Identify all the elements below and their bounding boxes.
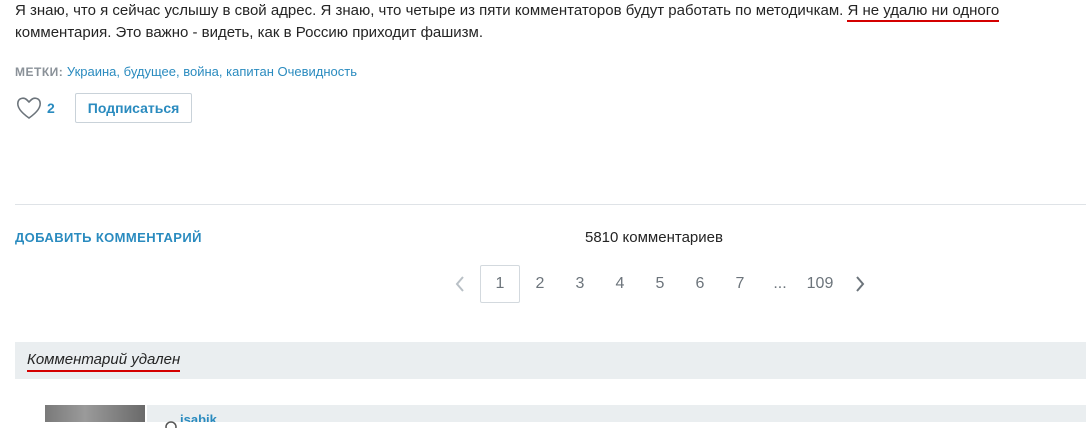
prev-page-icon[interactable]	[440, 265, 480, 303]
tags-label: МЕТКИ:	[15, 65, 64, 79]
highlighted-phrase: Я не удалю ни одного	[847, 2, 1000, 22]
comment-item: isabik	[15, 405, 1086, 433]
article-text: Я знаю, что я сейчас услышу в свой адрес…	[15, 0, 1077, 44]
heart-icon[interactable]	[15, 94, 43, 122]
tag-link[interactable]: будущее	[124, 64, 176, 79]
page-number[interactable]: 109	[800, 265, 840, 303]
avatar[interactable]	[45, 405, 145, 422]
page-number[interactable]: 5	[640, 265, 680, 303]
page-number[interactable]: 3	[560, 265, 600, 303]
tag-link[interactable]: война	[183, 64, 219, 79]
page-number[interactable]: 6	[680, 265, 720, 303]
page-number[interactable]: 7	[720, 265, 760, 303]
divider	[15, 204, 1086, 205]
comment-header	[147, 405, 1086, 422]
article-text-part2: комментария. Это важно - видеть, как в Р…	[15, 24, 484, 41]
tag-link[interactable]: капитан Очевидность	[226, 64, 357, 79]
deleted-comment: Комментарий удален	[15, 342, 1086, 379]
like-row: 2 Подписаться	[15, 93, 193, 123]
like-count[interactable]: 2	[47, 100, 55, 116]
user-icon	[165, 415, 177, 433]
comment-username[interactable]: isabik	[180, 413, 217, 422]
tag-link[interactable]: Украина	[67, 64, 117, 79]
tags-row: МЕТКИ: Украина, будущее, война, капитан …	[15, 64, 357, 79]
deleted-comment-label: Комментарий удален	[27, 351, 181, 372]
subscribe-button[interactable]: Подписаться	[74, 93, 193, 123]
pagination: 1 2 3 4 5 6 7 ... 109	[440, 265, 880, 303]
article-text-part1: Я знаю, что я сейчас услышу в свой адрес…	[15, 2, 848, 19]
page-ellipsis: ...	[773, 275, 787, 292]
next-page-icon[interactable]	[840, 265, 880, 303]
add-comment-link[interactable]: ДОБАВИТЬ КОММЕНТАРИЙ	[15, 230, 202, 245]
page-number[interactable]: 4	[600, 265, 640, 303]
page-number[interactable]: 1	[480, 265, 520, 303]
page-number[interactable]: 2	[520, 265, 560, 303]
comment-count: 5810 комментариев	[585, 229, 723, 246]
